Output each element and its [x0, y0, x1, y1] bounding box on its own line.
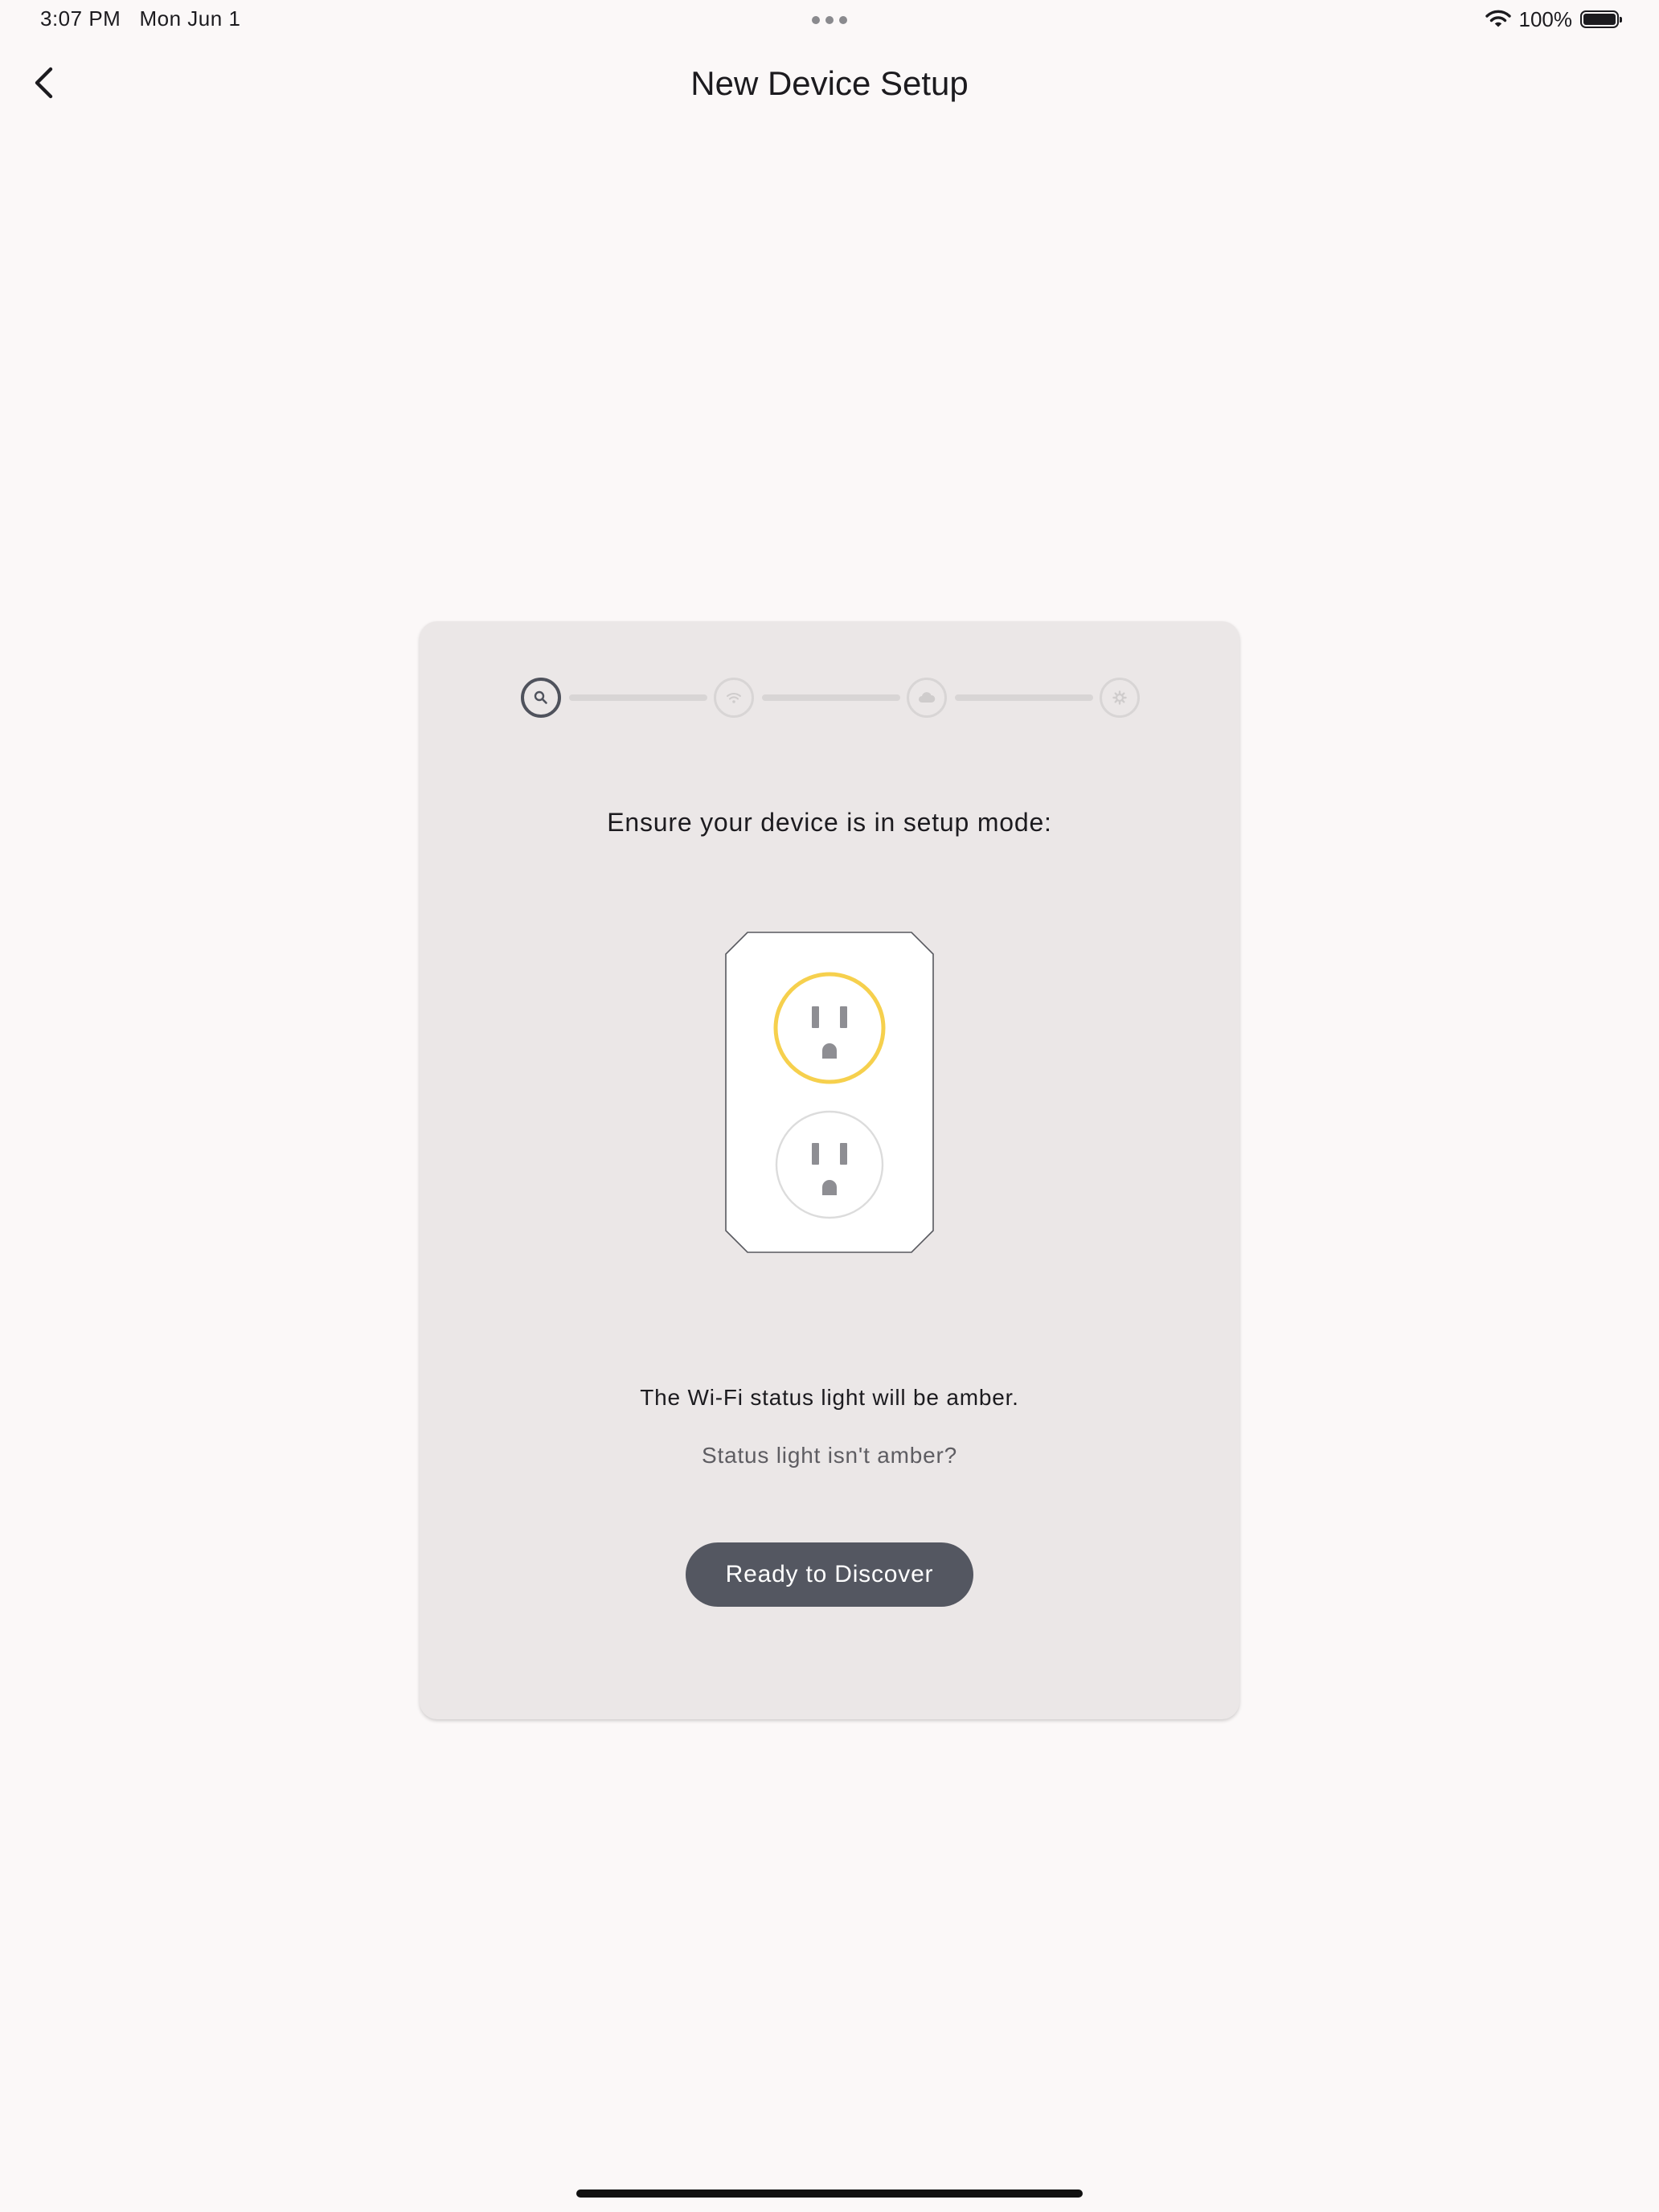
page-title: New Device Setup — [690, 64, 969, 102]
status-date: Mon Jun 1 — [139, 6, 241, 31]
bottom-outlet — [775, 1110, 884, 1219]
setup-stepper — [521, 678, 1140, 718]
status-light-message: The Wi-Fi status light will be amber. — [640, 1385, 1019, 1410]
status-time-date: 3:07 PM Mon Jun 1 — [40, 6, 240, 31]
status-bar: 3:07 PM Mon Jun 1 100% — [0, 0, 1659, 39]
step-connector — [569, 694, 707, 701]
step-connector — [955, 694, 1093, 701]
battery-fill — [1583, 14, 1616, 25]
top-outlet-highlighted — [773, 972, 886, 1084]
setup-instruction-heading: Ensure your device is in setup mode: — [607, 808, 1052, 837]
wifi-icon — [727, 693, 741, 703]
setup-card: Ensure your device is in setup mode: The… — [420, 621, 1239, 1719]
more-dots-icon[interactable] — [812, 16, 847, 24]
battery-percent: 100% — [1518, 6, 1573, 31]
battery-icon — [1580, 10, 1622, 28]
cloud-icon — [919, 692, 936, 703]
step-cloud — [907, 678, 947, 718]
ready-to-discover-button[interactable]: Ready to Discover — [686, 1542, 973, 1607]
status-indicators: 100% — [1485, 6, 1622, 32]
step-wifi — [714, 678, 754, 718]
gear-icon — [1112, 690, 1127, 705]
search-icon — [534, 690, 547, 704]
smart-plug-illustration — [725, 932, 934, 1253]
step-settings — [1100, 678, 1140, 718]
step-connector — [762, 694, 900, 701]
status-light-help-link[interactable]: Status light isn't amber? — [420, 1443, 1239, 1469]
wifi-icon — [1485, 10, 1511, 27]
status-time: 3:07 PM — [40, 6, 121, 31]
step-discover — [521, 678, 561, 718]
home-indicator[interactable] — [576, 2189, 1083, 2198]
